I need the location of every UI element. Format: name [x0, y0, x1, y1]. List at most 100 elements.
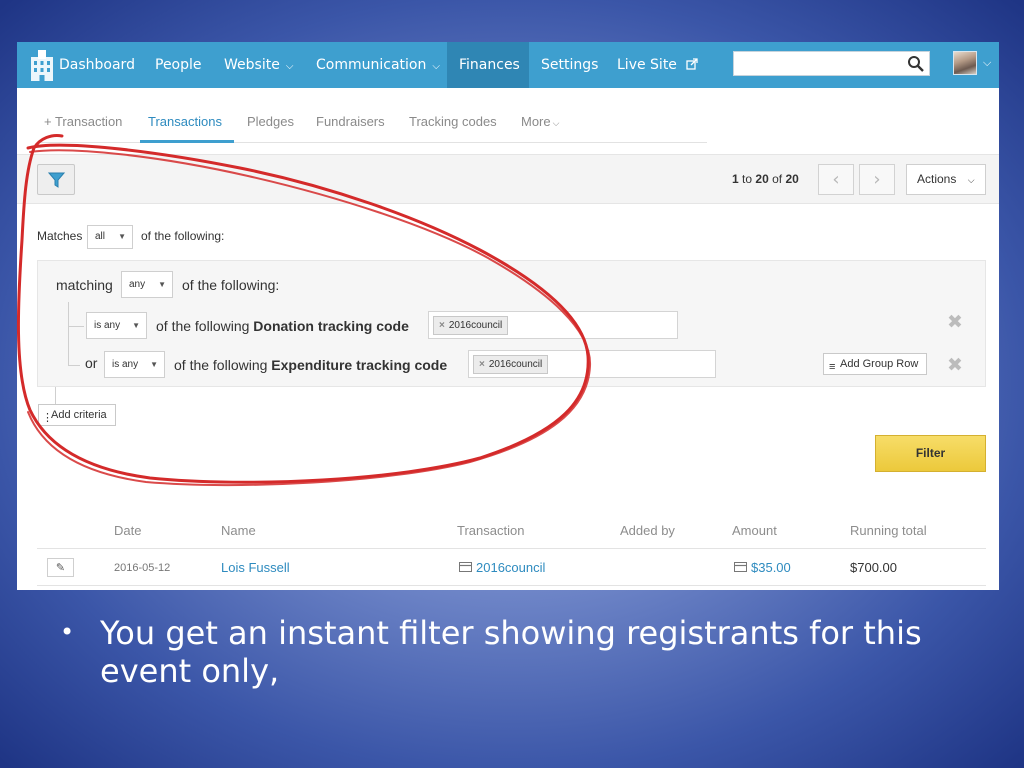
row2-tag[interactable]: × 2016council: [473, 355, 549, 374]
pager-to: 20: [755, 172, 769, 186]
add-group-row-label: Add Group Row: [840, 358, 919, 370]
tree-connector: [55, 387, 56, 404]
tab-tracking-codes[interactable]: Tracking codes: [409, 114, 497, 129]
remove-tag-icon[interactable]: ×: [439, 320, 445, 331]
nav-live-site[interactable]: Live Site: [605, 42, 710, 88]
tab-more-label: More: [521, 114, 551, 129]
row1-tag-input[interactable]: × 2016council: [428, 311, 678, 339]
row2-prefix: of the following: [174, 357, 268, 373]
chevron-left-icon: ‹: [832, 169, 840, 190]
nav-finances[interactable]: Finances: [447, 42, 529, 88]
column-header-name[interactable]: Name: [221, 523, 256, 538]
chevron-down-icon: ▼: [118, 232, 126, 241]
row2-tag-label: 2016council: [488, 359, 543, 370]
slide-bullet-text: You get an instant filter showing regist…: [100, 614, 922, 690]
tree-connector: [68, 365, 80, 366]
group-matching-value: any: [129, 279, 146, 290]
row1-tag[interactable]: × 2016council: [433, 316, 509, 335]
add-criteria-label: Add criteria: [51, 409, 107, 421]
remove-row-icon[interactable]: ✖: [947, 354, 963, 376]
actions-dropdown[interactable]: Actions ⌵: [906, 164, 986, 195]
nav-settings-label: Settings: [541, 57, 599, 73]
funnel-icon: [48, 172, 65, 188]
tag-card-icon: [459, 562, 472, 572]
nav-communication-label: Communication: [316, 57, 427, 73]
row1-tag-label: 2016council: [448, 320, 503, 331]
chevron-down-icon: ▼: [158, 280, 166, 289]
pager-to-word: to: [742, 172, 753, 186]
filter-button[interactable]: Filter: [875, 435, 986, 472]
chevron-down-icon[interactable]: ⌵: [983, 56, 991, 70]
row-running-total: $700.00: [850, 560, 897, 575]
credit-card-icon: [734, 562, 747, 572]
column-header-transaction[interactable]: Transaction: [457, 523, 524, 538]
app-screenshot: Dashboard People Website ⌵ Communication ⌵…: [17, 42, 999, 590]
chevron-down-icon: ⌵: [432, 61, 440, 72]
tab-pledges[interactable]: Pledges: [247, 114, 294, 129]
user-avatar[interactable]: [953, 51, 977, 75]
active-tab-indicator: [140, 140, 234, 143]
column-header-running-total[interactable]: Running total: [850, 523, 927, 538]
row-transaction-link[interactable]: 2016council: [459, 560, 545, 575]
row2-field: Expenditure tracking code: [271, 357, 448, 373]
group-matching-label: matching: [56, 277, 113, 293]
nav-dashboard-label: Dashboard: [59, 57, 135, 73]
chevron-down-icon: ▼: [150, 360, 158, 369]
column-header-date[interactable]: Date: [114, 523, 141, 538]
table-header-divider: [37, 548, 986, 549]
column-header-added-by[interactable]: Added by: [620, 523, 675, 538]
pencil-icon: ✎: [55, 561, 66, 574]
search-icon[interactable]: [907, 55, 925, 73]
row-amount-link[interactable]: $35.00: [734, 560, 791, 575]
matches-select[interactable]: all ▼: [87, 225, 133, 249]
remove-tag-icon[interactable]: ×: [479, 359, 485, 370]
nav-communication[interactable]: Communication ⌵: [304, 42, 452, 88]
nav-people[interactable]: People: [143, 42, 214, 88]
pager-summary: 1 to 20 of 20: [732, 172, 799, 186]
nav-dashboard[interactable]: Dashboard: [47, 42, 147, 88]
row1-criteria-text: of the following Donation tracking code: [156, 318, 409, 334]
filter-toggle-button[interactable]: [37, 164, 75, 195]
remove-row-icon[interactable]: ✖: [947, 311, 963, 333]
list-toolbar: 1 to 20 of 20 ‹ › Actions ⌵: [17, 154, 999, 204]
tab-add-transaction[interactable]: + Transaction: [44, 114, 122, 129]
prev-page-button[interactable]: ‹: [818, 164, 854, 195]
chevron-down-icon: ⌵: [285, 61, 294, 72]
edit-button[interactable]: ✎: [47, 558, 74, 577]
pager-of-word: of: [772, 172, 783, 186]
top-navigation: Dashboard People Website ⌵ Communication ⌵…: [17, 42, 999, 88]
tree-connector: [68, 302, 69, 366]
row2-operator-value: is any: [112, 359, 139, 370]
external-link-icon: [686, 58, 699, 70]
vertical-dots-icon: ⋮: [42, 412, 53, 424]
criteria-group: matching any ▼ of the following: is any …: [37, 260, 986, 387]
chevron-down-icon: ▼: [132, 321, 140, 330]
add-criteria-button[interactable]: ⋮ Add criteria: [38, 404, 116, 426]
nav-people-label: People: [155, 57, 202, 73]
matches-of-following: of the following:: [141, 229, 225, 243]
nav-website[interactable]: Website ⌵: [212, 42, 305, 88]
tab-more[interactable]: More ⌵: [521, 114, 559, 129]
group-matching-select[interactable]: any ▼: [121, 271, 173, 298]
row2-operator-select[interactable]: is any ▼: [104, 351, 165, 378]
row1-field: Donation tracking code: [253, 318, 409, 334]
nav-settings[interactable]: Settings: [529, 42, 610, 88]
tab-fundraisers[interactable]: Fundraisers: [316, 114, 385, 129]
next-page-button[interactable]: ›: [859, 164, 895, 195]
tree-add-icon: ≡: [829, 361, 836, 373]
search-input[interactable]: [733, 51, 930, 76]
table-row-divider: [37, 585, 986, 586]
add-group-row-button[interactable]: ≡ Add Group Row: [823, 353, 928, 375]
row-name-link[interactable]: Lois Fussell: [221, 560, 290, 575]
row1-operator-value: is any: [94, 320, 121, 331]
column-header-amount[interactable]: Amount: [732, 523, 777, 538]
row-amount-label: $35.00: [751, 560, 791, 575]
matches-label: Matches: [37, 229, 83, 243]
row1-prefix: of the following: [156, 318, 250, 334]
subtabs-divider: [37, 142, 707, 143]
row-date: 2016-05-12: [114, 562, 171, 574]
row2-tag-input[interactable]: × 2016council: [468, 350, 716, 378]
row-transaction-label: 2016council: [476, 560, 546, 575]
tab-transactions[interactable]: Transactions: [148, 114, 222, 129]
row1-operator-select[interactable]: is any ▼: [86, 312, 147, 339]
